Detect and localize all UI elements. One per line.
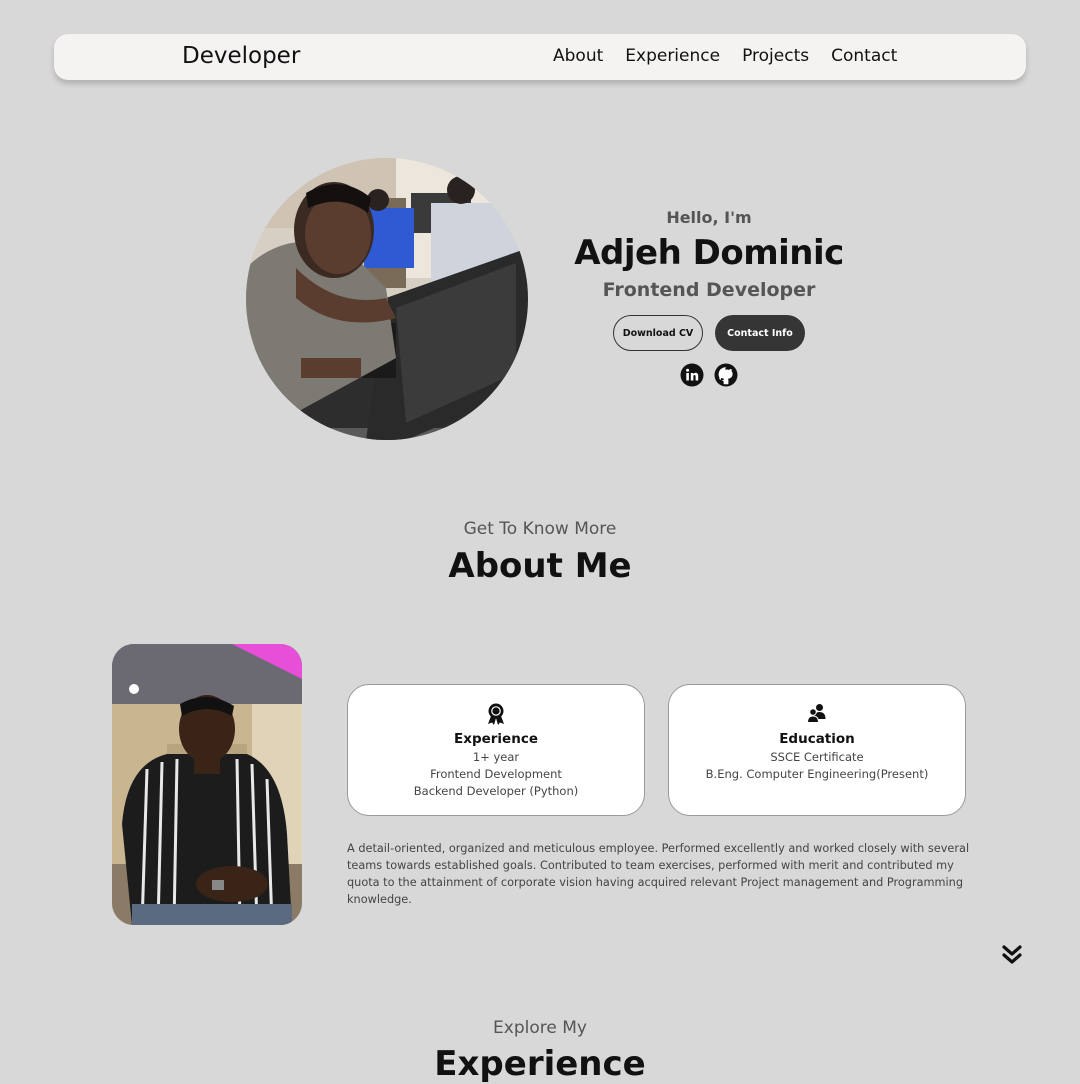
about-description: A detail-oriented, organized and meticul… <box>347 842 970 906</box>
experience-line: Backend Developer (Python) <box>413 784 579 798</box>
hero-name: Adjeh Dominic <box>574 233 844 273</box>
linkedin-icon[interactable] <box>680 363 704 387</box>
social-links <box>560 363 858 387</box>
navbar: Developer About Experience Projects Cont… <box>54 34 1026 80</box>
nav-link-projects[interactable]: Projects <box>742 46 809 66</box>
scroll-down-icon[interactable] <box>1002 944 1022 966</box>
users-icon <box>669 703 965 725</box>
nav-link-about[interactable]: About <box>553 46 603 66</box>
nav-link-contact[interactable]: Contact <box>831 46 897 66</box>
experience-card: Experience 1+ year Frontend Development … <box>347 684 645 816</box>
award-icon <box>348 703 644 725</box>
site-logo[interactable]: Developer <box>182 43 300 69</box>
experience-subtitle: Explore My <box>493 1018 587 1038</box>
experience-line: 1+ year <box>472 750 520 764</box>
about-subtitle: Get To Know More <box>463 519 617 539</box>
about-photo <box>112 644 302 925</box>
github-icon[interactable] <box>714 363 738 387</box>
experience-line: Frontend Development <box>430 767 562 781</box>
education-line: SSCE Certificate <box>770 750 864 764</box>
hero-intro: Hello, I'm Adjeh Dominic Frontend Develo… <box>560 208 858 387</box>
hero-role: Frontend Developer <box>602 279 816 301</box>
experience-card-title: Experience <box>454 731 538 747</box>
hero-greeting: Hello, I'm <box>666 208 752 227</box>
profile-photo-image <box>246 158 528 440</box>
profile-photo <box>246 158 528 440</box>
education-line: B.Eng. Computer Engineering(Present) <box>705 767 929 781</box>
contact-info-button[interactable]: Contact Info <box>715 315 805 351</box>
download-cv-button[interactable]: Download CV <box>613 315 703 351</box>
education-card: Education SSCE Certificate B.Eng. Comput… <box>668 684 966 816</box>
experience-title: Experience <box>434 1044 646 1084</box>
about-photo-image <box>112 644 302 925</box>
about-title: About Me <box>448 546 632 586</box>
nav-link-experience[interactable]: Experience <box>625 46 720 66</box>
nav-links: About Experience Projects Contact <box>553 46 897 66</box>
hero-buttons: Download CV Contact Info <box>560 315 858 351</box>
education-card-title: Education <box>779 731 855 747</box>
